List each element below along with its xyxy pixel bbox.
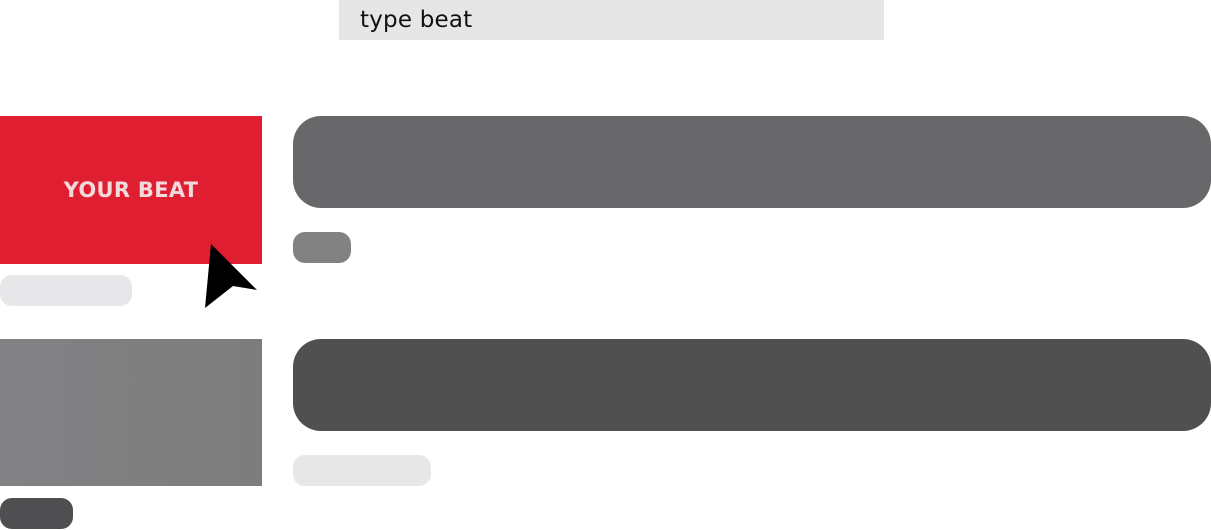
video-title-placeholder[interactable] <box>293 116 1211 208</box>
mouse-pointer-icon <box>205 244 257 308</box>
video-thumbnail[interactable] <box>0 339 262 486</box>
thumbnail-label: YOUR BEAT <box>63 178 199 202</box>
search-query-text: type beat <box>360 7 473 33</box>
video-title-placeholder[interactable] <box>293 339 1211 431</box>
channel-name-placeholder[interactable] <box>0 498 73 529</box>
video-meta-placeholder <box>293 232 351 263</box>
channel-name-placeholder[interactable] <box>0 275 132 306</box>
search-input[interactable]: type beat <box>339 0 884 40</box>
video-meta-placeholder <box>293 455 431 486</box>
